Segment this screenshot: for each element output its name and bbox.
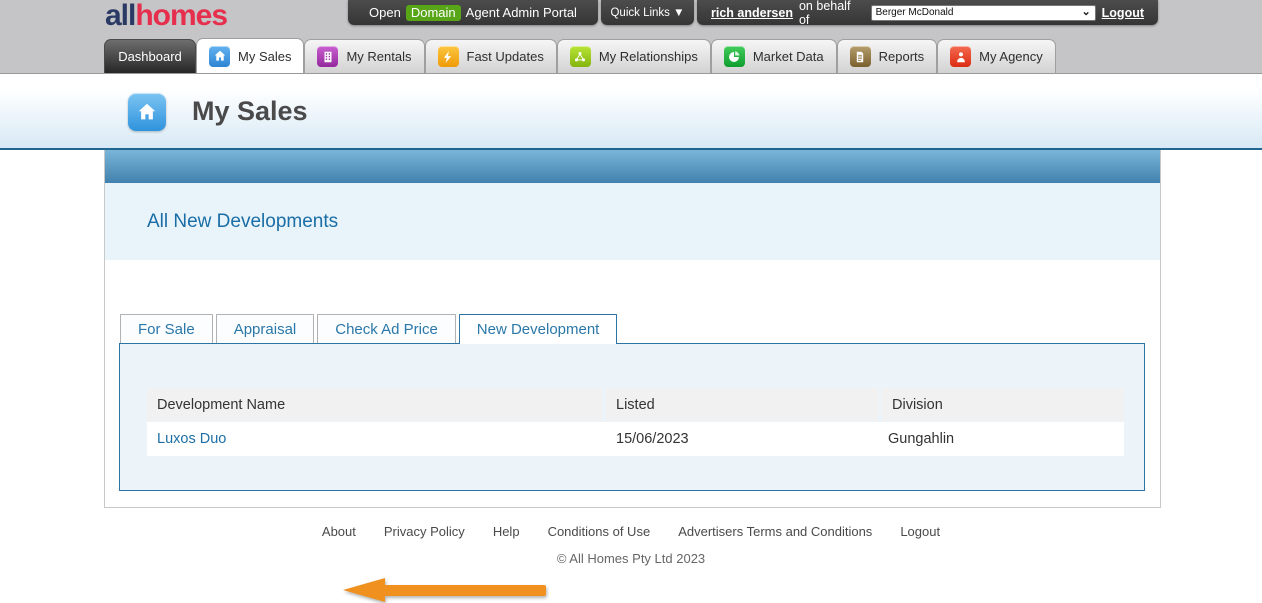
- logo-part-homes: homes: [135, 0, 227, 32]
- tab-market-data[interactable]: Market Data: [711, 39, 837, 73]
- table-header-row: Development Name Listed Division: [147, 388, 1124, 421]
- building-icon: [317, 46, 338, 67]
- lightning-icon: [438, 46, 459, 67]
- cell-division: Gungahlin: [878, 422, 1124, 456]
- user-session-bar: rich andersen on behalf of Berger McDona…: [697, 0, 1158, 25]
- footer-link-about[interactable]: About: [322, 524, 356, 539]
- cell-listed: 15/06/2023: [606, 422, 878, 456]
- logout-link-top[interactable]: Logout: [1102, 6, 1144, 20]
- subtab-appraisal[interactable]: Appraisal: [216, 314, 315, 343]
- house-icon: [128, 93, 166, 131]
- section-title: All New Developments: [105, 211, 338, 233]
- house-icon: [209, 46, 230, 67]
- chevron-down-icon: ⌄: [1081, 7, 1090, 18]
- quick-links-label: Quick Links ▼: [610, 7, 684, 19]
- footer-link-logout[interactable]: Logout: [900, 524, 940, 539]
- content-column: All New Developments For Sale Appraisal …: [104, 150, 1161, 508]
- person-icon: [950, 46, 971, 67]
- page-title: My Sales: [192, 96, 308, 127]
- copyright-text: © All Homes Pty Ltd 2023: [0, 551, 1262, 566]
- subtab-check-ad-price[interactable]: Check Ad Price: [317, 314, 456, 343]
- agency-select-value: Berger McDonald: [876, 7, 954, 18]
- report-icon: [850, 46, 871, 67]
- footer-link-conditions-of-use[interactable]: Conditions of Use: [548, 524, 651, 539]
- network-icon: [570, 46, 591, 67]
- domain-badge: Domain: [406, 5, 461, 21]
- tab-reports[interactable]: Reports: [837, 39, 938, 73]
- tab-my-agency[interactable]: My Agency: [937, 39, 1056, 73]
- subtab-for-sale-label: For Sale: [138, 321, 195, 338]
- page-header-band: My Sales: [0, 74, 1262, 150]
- listing-type-tabs: For Sale Appraisal Check Ad Price New De…: [120, 314, 617, 343]
- footer-link-privacy-policy[interactable]: Privacy Policy: [384, 524, 465, 539]
- portal-button-suffix: Agent Admin Portal: [466, 5, 577, 20]
- section-top-bar: [105, 150, 1160, 183]
- development-link[interactable]: Luxos Duo: [157, 431, 226, 447]
- arrow-shaft: [383, 585, 546, 596]
- tab-my-relationships-label: My Relationships: [599, 49, 698, 64]
- agent-admin-portal-screen: allhomes Open Domain Agent Admin Portal …: [0, 0, 1262, 590]
- developments-table: Development Name Listed Division Luxos D…: [147, 388, 1124, 456]
- on-behalf-of-label: on behalf of: [799, 0, 861, 27]
- arrow-head: [343, 578, 385, 602]
- logo-part-all: all: [105, 0, 135, 32]
- footer-link-help[interactable]: Help: [493, 524, 520, 539]
- tab-fast-updates[interactable]: Fast Updates: [425, 39, 557, 73]
- tab-fast-updates-label: Fast Updates: [467, 49, 544, 64]
- subtab-new-development-label: New Development: [477, 321, 600, 338]
- tab-my-relationships[interactable]: My Relationships: [557, 39, 711, 73]
- subtab-check-ad-price-label: Check Ad Price: [335, 321, 438, 338]
- footer-link-advertisers-terms[interactable]: Advertisers Terms and Conditions: [678, 524, 872, 539]
- subtab-for-sale[interactable]: For Sale: [120, 314, 213, 343]
- tab-market-data-label: Market Data: [753, 49, 824, 64]
- table-row: Luxos Duo 15/06/2023 Gungahlin: [147, 422, 1124, 456]
- top-bar: allhomes Open Domain Agent Admin Portal …: [0, 0, 1262, 74]
- agency-select[interactable]: Berger McDonald ⌄: [871, 5, 1096, 21]
- footer-links: About Privacy Policy Help Conditions of …: [0, 524, 1262, 539]
- user-name-link[interactable]: rich andersen: [711, 6, 793, 20]
- tab-my-rentals-label: My Rentals: [346, 49, 411, 64]
- tab-reports-label: Reports: [879, 49, 925, 64]
- quick-links-button[interactable]: Quick Links ▼: [601, 0, 694, 25]
- header-development-name: Development Name: [147, 388, 602, 421]
- header-division: Division: [882, 388, 1124, 421]
- tab-my-sales-label: My Sales: [238, 49, 291, 64]
- cell-development-name: Luxos Duo: [147, 422, 606, 456]
- header-listed: Listed: [606, 388, 878, 421]
- subtab-new-development[interactable]: New Development: [459, 314, 618, 344]
- subtab-appraisal-label: Appraisal: [234, 321, 297, 338]
- tab-my-rentals[interactable]: My Rentals: [304, 39, 424, 73]
- new-development-panel: Development Name Listed Division Luxos D…: [119, 343, 1145, 491]
- section-header: All New Developments: [105, 183, 1160, 260]
- tab-dashboard[interactable]: Dashboard: [104, 39, 196, 73]
- portal-button-prefix: Open: [369, 5, 401, 20]
- pie-chart-icon: [724, 46, 745, 67]
- tab-my-sales[interactable]: My Sales: [196, 38, 304, 73]
- annotation-arrow-icon: [343, 578, 548, 603]
- main-nav-tabs: Dashboard My Sales My Rentals Fast Updat…: [104, 38, 1056, 73]
- tab-dashboard-label: Dashboard: [118, 49, 182, 64]
- allhomes-logo[interactable]: allhomes: [105, 0, 227, 33]
- open-domain-portal-button[interactable]: Open Domain Agent Admin Portal: [348, 0, 598, 25]
- tab-my-agency-label: My Agency: [979, 49, 1043, 64]
